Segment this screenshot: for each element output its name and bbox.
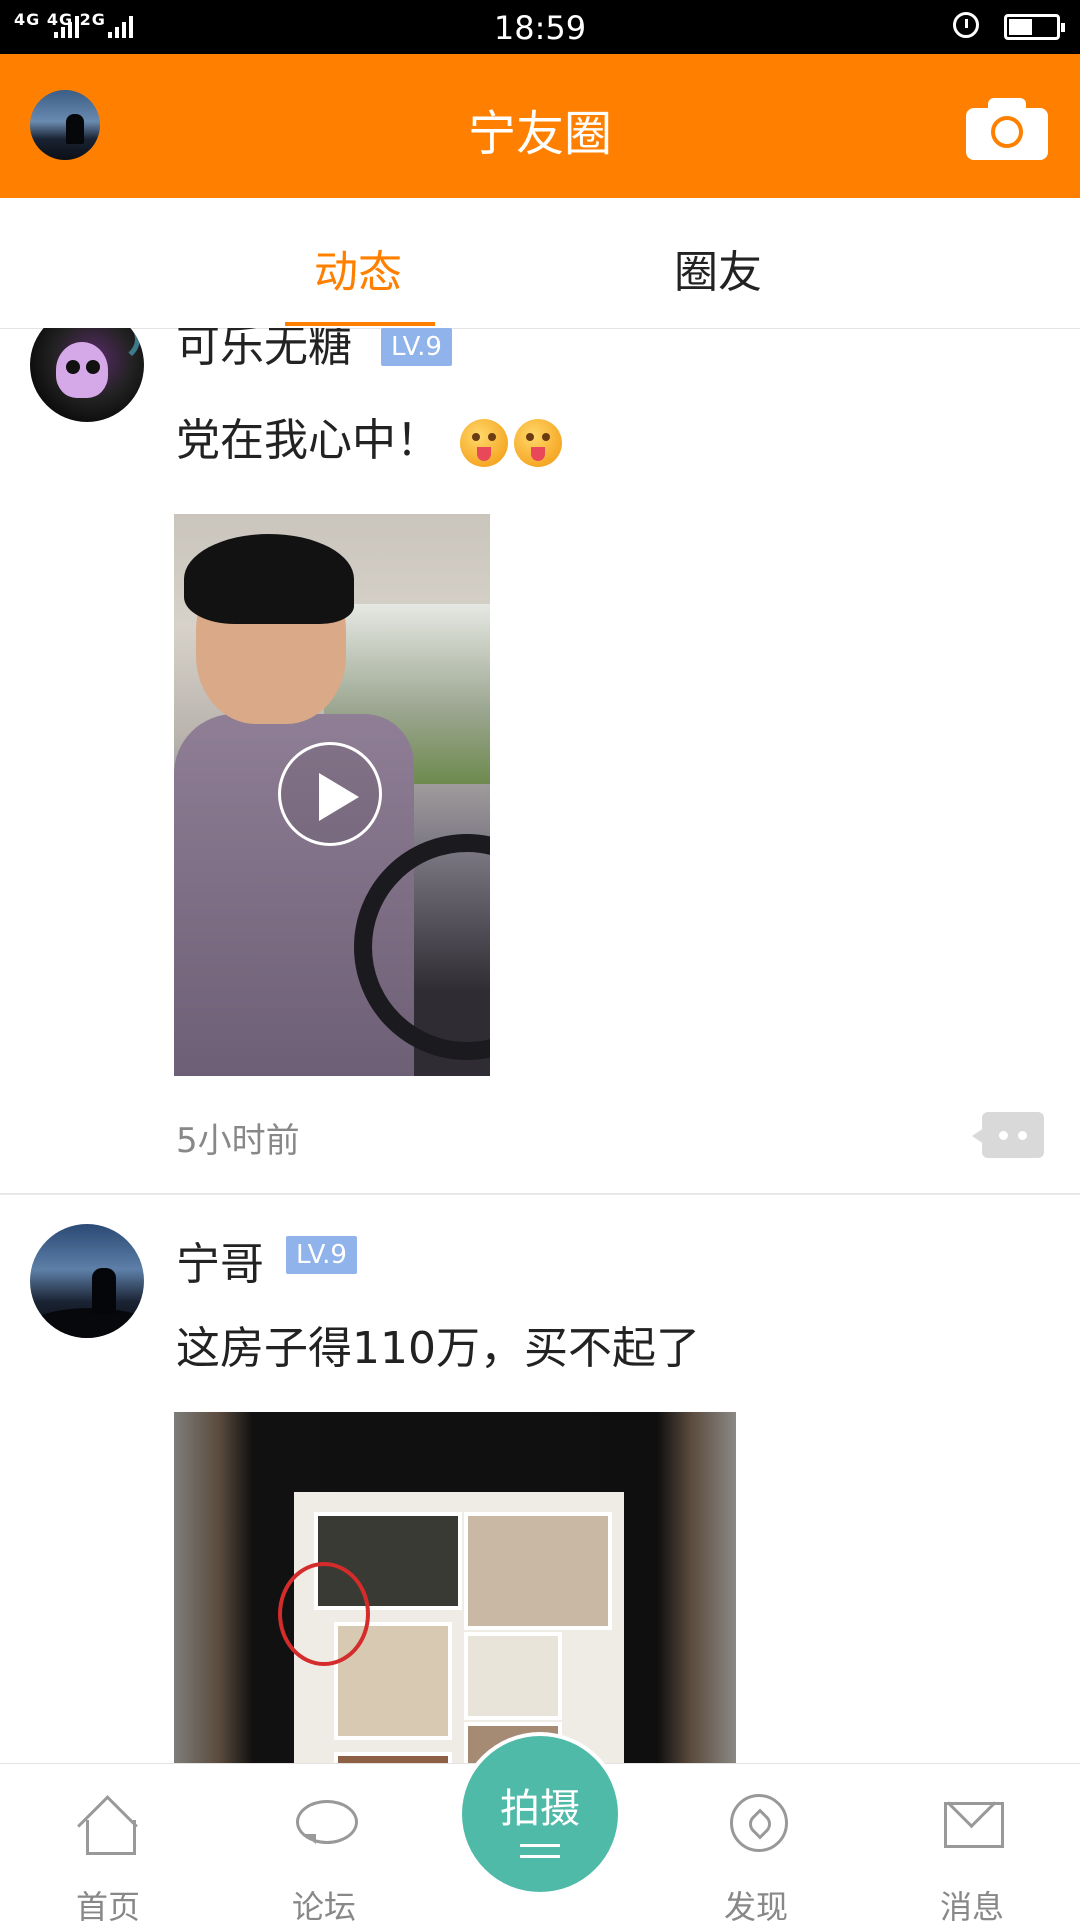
tab-bar: 动态 圈友: [0, 198, 1080, 329]
play-icon[interactable]: [278, 742, 382, 846]
bottom-nav: 首页 论坛 拍摄 发现 消息: [0, 1732, 1080, 1926]
compass-icon: [730, 1794, 788, 1852]
page-title: 宁友圈: [467, 106, 612, 162]
post-video[interactable]: [174, 514, 490, 1076]
chat-bubble-icon: [294, 1792, 358, 1852]
alarm-icon: [953, 12, 979, 38]
shoot-label: 拍摄: [500, 1786, 580, 1832]
post-image[interactable]: [174, 1412, 736, 1763]
post-text: 党在我心中！: [176, 404, 562, 468]
feed-list[interactable]: 可乐无糖 LV.9 党在我心中！ 5小时前 宁哥 LV.9 这房子得110万，买…: [0, 328, 1080, 1763]
comment-icon[interactable]: [972, 1112, 1044, 1158]
tab-feed[interactable]: 动态: [314, 236, 402, 300]
nav-forum-label: 论坛: [291, 1888, 356, 1926]
status-bar: 4G 4G 2G 18:59: [0, 0, 1080, 54]
nav-discover[interactable]: 发现: [676, 1764, 836, 1926]
shoot-button[interactable]: 拍摄: [458, 1732, 622, 1896]
level-badge: LV.9: [381, 328, 452, 366]
post-timestamp: 5小时前: [176, 1121, 300, 1161]
app-header: 宁友圈: [0, 54, 1080, 198]
post-divider: [0, 1193, 1080, 1195]
post-text: 这房子得110万，买不起了: [176, 1323, 700, 1374]
camera-button[interactable]: [966, 96, 1048, 160]
home-icon: [77, 1792, 138, 1856]
nav-forum[interactable]: 论坛: [244, 1764, 404, 1926]
nav-home-label: 首页: [75, 1888, 140, 1926]
nav-messages-label: 消息: [939, 1888, 1004, 1926]
nav-home[interactable]: 首页: [28, 1764, 188, 1926]
active-tab-indicator: [285, 322, 435, 326]
tongue-face-emoji: [460, 419, 508, 467]
level-badge: LV.9: [286, 1236, 357, 1274]
tab-friends[interactable]: 圈友: [674, 236, 762, 300]
tongue-face-emoji: [514, 419, 562, 467]
nav-messages[interactable]: 消息: [892, 1764, 1052, 1926]
battery-fill: [1009, 19, 1032, 35]
menu-lines-icon: [520, 1844, 560, 1858]
post-username[interactable]: 可乐无糖: [176, 328, 352, 374]
nav-discover-label: 发现: [723, 1888, 788, 1926]
battery-icon: [1004, 14, 1065, 40]
post-username[interactable]: 宁哥: [176, 1228, 264, 1292]
mail-icon: [942, 1778, 1004, 1852]
post-avatar[interactable]: [30, 328, 144, 422]
clock: 18:59: [493, 9, 587, 47]
post-text-content: 党在我心中！: [176, 415, 440, 466]
post-avatar[interactable]: [30, 1224, 144, 1338]
